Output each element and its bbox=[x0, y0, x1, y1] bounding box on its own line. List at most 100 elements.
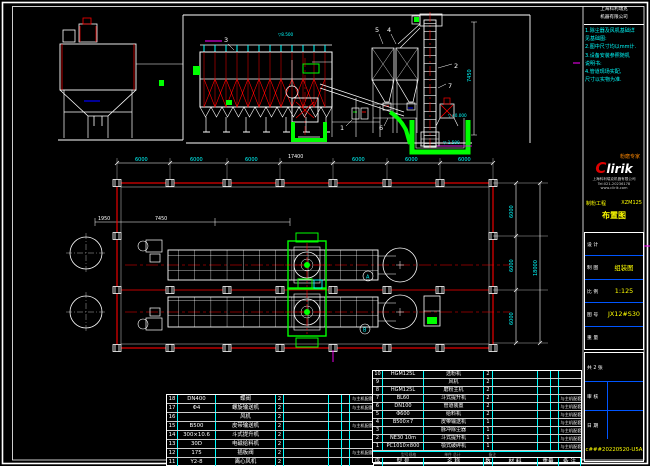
bom-row: 1PC1010×800颚式破碎机1与主机配套 bbox=[373, 443, 581, 451]
bom-row: 11Y2-8离心风机2 bbox=[167, 458, 373, 466]
baghouse-unit bbox=[159, 41, 332, 132]
bom-row: 17Φ4螺旋输送机2与主机配套 bbox=[167, 404, 373, 413]
footer-value-cell bbox=[607, 411, 643, 439]
bom-cell bbox=[329, 422, 342, 430]
bom-cell: 斗式提升机 bbox=[216, 431, 276, 439]
drawing-type-label: 布置图 bbox=[584, 210, 644, 221]
bom-cell: 1 bbox=[373, 443, 383, 450]
bom-cell bbox=[559, 387, 583, 394]
plan-view: 6000 6000 6000 17400 6000 6000 6000 1950… bbox=[66, 154, 548, 362]
bom-cell: 电磁给料机 bbox=[216, 440, 276, 448]
company-info-line: 上海科利瑞克机器有限公司 bbox=[584, 177, 644, 182]
title-row: 重 量 bbox=[585, 326, 643, 349]
balloon: 1 bbox=[340, 124, 344, 132]
footer-row: 共 2 张 bbox=[585, 353, 643, 381]
bom-cell: B500×7 bbox=[383, 419, 424, 426]
header-cell: 型 号 bbox=[383, 458, 424, 466]
bom-cell: 2 bbox=[484, 387, 493, 394]
bom-cell: 磨粉主机 bbox=[424, 387, 484, 394]
bom-cell bbox=[538, 419, 551, 426]
title-row: 制 图 组装图 bbox=[585, 255, 643, 278]
plan-side-dims: 6000 6000 6000 18000 bbox=[493, 181, 548, 345]
bom-cell: 1 bbox=[484, 419, 493, 426]
bom-cell: 管道装置 bbox=[424, 403, 484, 410]
left-dim-label: 1950 bbox=[98, 216, 110, 222]
note-line: 见基础图: bbox=[585, 35, 644, 43]
bom-row: 4B500×7皮带输送机1与主机配套 bbox=[373, 419, 581, 427]
bom-cell: 颚式破碎机 bbox=[424, 443, 484, 450]
bom-cell bbox=[493, 403, 538, 410]
side-dim-label: 6000 bbox=[509, 205, 515, 218]
bom-cell bbox=[342, 395, 350, 403]
bom-cell bbox=[538, 387, 551, 394]
bom-row: 16风机2 bbox=[167, 413, 373, 422]
bom-row: 10HGM125L选粉机2 bbox=[373, 371, 581, 379]
title-row-label: 设 计 bbox=[585, 241, 605, 248]
span-dim-label: 17400 bbox=[288, 154, 303, 160]
model-label: XZM125 bbox=[621, 200, 642, 207]
bom-cell bbox=[329, 431, 342, 439]
title-row-label: 图 号 bbox=[585, 311, 605, 318]
bom-cell bbox=[342, 404, 350, 412]
title-row-label: 比 例 bbox=[585, 288, 605, 295]
bom-cell: 6 bbox=[373, 403, 383, 410]
bom-cell bbox=[342, 422, 350, 430]
bom-cell: 18 bbox=[167, 395, 178, 403]
bom-cell: 17 bbox=[167, 404, 178, 412]
scale-value: 1:125 bbox=[605, 287, 643, 295]
bay-dim-label: 6000 bbox=[245, 157, 258, 163]
bom-row: 1330D电磁给料机2 bbox=[167, 440, 373, 449]
title-row-label: 制 图 bbox=[585, 264, 605, 271]
bom-cell bbox=[551, 411, 559, 418]
bom-cell bbox=[284, 404, 329, 412]
bom-cell bbox=[493, 387, 538, 394]
bom-cell: HGM125L bbox=[383, 387, 424, 394]
bom-cell: 2 bbox=[484, 403, 493, 410]
bom-cell: 1 bbox=[484, 443, 493, 450]
axis-bubble-label: B bbox=[363, 328, 367, 334]
logo-rest: lirik bbox=[606, 162, 632, 176]
bom-cell: 与主机配套 bbox=[559, 403, 583, 410]
balloon: 6 bbox=[379, 124, 383, 132]
note-line: 说明书: bbox=[585, 60, 644, 68]
bom-cell bbox=[342, 449, 350, 457]
bom-cell bbox=[342, 458, 350, 466]
bom-cell: 3 bbox=[373, 427, 383, 434]
level-label: ▽±0.000 bbox=[448, 113, 467, 118]
bom-cell: HGM125L bbox=[383, 371, 424, 378]
bom-row: 3脉冲除尘器1与主机配套 bbox=[373, 427, 581, 435]
bom-cell: 9 bbox=[373, 379, 383, 386]
dust-collector-silo bbox=[60, 18, 183, 138]
bom-cell: 皮带输送机 bbox=[216, 422, 276, 430]
bom-cell: 2 bbox=[276, 413, 284, 421]
document-number: c###20220520-U5A bbox=[585, 439, 643, 461]
header-cell: 序号 bbox=[373, 458, 383, 466]
balloon: 2 bbox=[454, 62, 458, 70]
bom-cell bbox=[493, 427, 538, 434]
bom-cell bbox=[342, 413, 350, 421]
bom-cell: 与主机配套 bbox=[559, 395, 583, 402]
bom-cell: 10 bbox=[373, 371, 383, 378]
bom-cell bbox=[559, 371, 583, 378]
bom-cell bbox=[551, 419, 559, 426]
bom-cell: 脉冲除尘器 bbox=[424, 427, 484, 434]
height-dim-label: 7450 bbox=[467, 69, 473, 82]
bay-dim-label: 6000 bbox=[135, 157, 148, 163]
bom-row: 6DN100管道装置2与主机配套 bbox=[373, 403, 581, 411]
bom-cell: 14 bbox=[167, 431, 178, 439]
parts-table-right: 10HGM125L选粉机29风机28HGM125L磨粉主机27BL60斗式提升机… bbox=[372, 370, 582, 463]
bom-cell bbox=[493, 371, 538, 378]
clirik-logo: Clirik bbox=[584, 160, 644, 177]
bay-dim-label: 6000 bbox=[352, 157, 365, 163]
bom-row: 18DN400蝶阀2与主机配套 bbox=[167, 395, 373, 404]
bom-cell: 2 bbox=[484, 371, 493, 378]
bom-cell: Y2-8 bbox=[178, 458, 216, 466]
header-cell: 名 称 bbox=[424, 458, 484, 466]
bom-cell: 30D bbox=[178, 440, 216, 448]
title-block-footer: 共 2 张 审 核 日 期 c###20220520-U5A bbox=[584, 352, 644, 462]
bom-cell bbox=[329, 395, 342, 403]
bom-cell: 斗式提升机 bbox=[424, 395, 484, 402]
bom-cell bbox=[342, 431, 350, 439]
bom-row: 15B500皮带输送机2与主机配套 bbox=[167, 422, 373, 431]
title-row-label: 重 量 bbox=[585, 334, 605, 341]
